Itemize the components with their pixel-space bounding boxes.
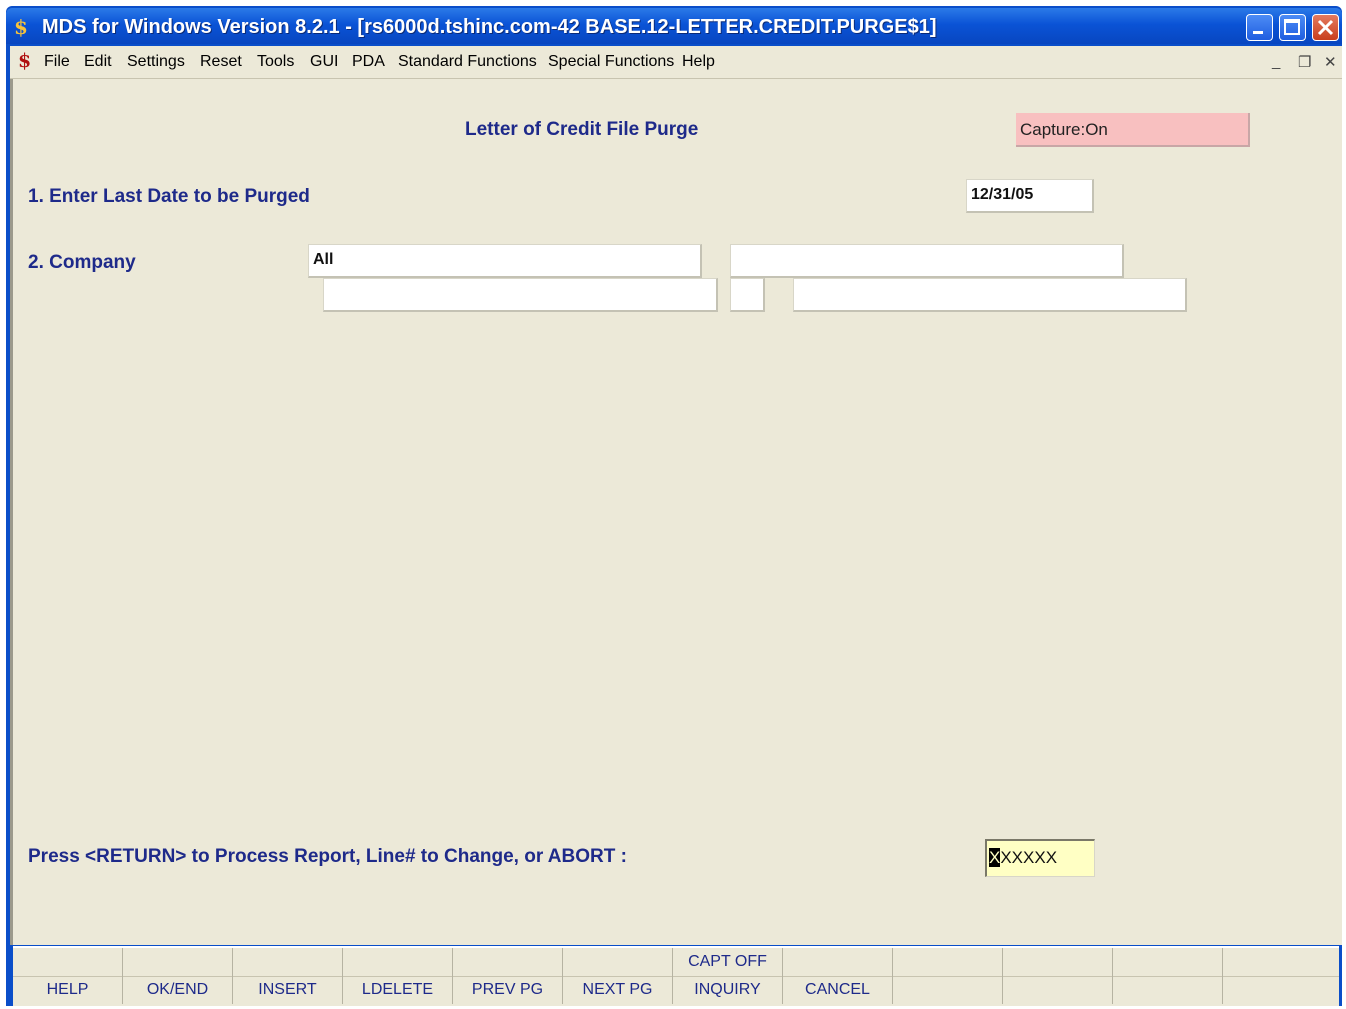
mds-dollar-icon[interactable]: $ bbox=[14, 15, 34, 39]
menu-settings[interactable]: Settings bbox=[127, 53, 185, 71]
fkey-label: PREV PG bbox=[471, 981, 544, 998]
fkey-label: OK/END bbox=[146, 981, 209, 998]
line2-label: 2. Company bbox=[28, 252, 136, 273]
menu-gui[interactable]: GUI bbox=[310, 53, 338, 71]
fkey-prev-pg[interactable]: PREV PG bbox=[453, 948, 563, 1004]
mdi-minimize-icon[interactable]: _ bbox=[1272, 53, 1280, 70]
text-cursor: X bbox=[989, 848, 1001, 867]
minimize-icon bbox=[1253, 31, 1263, 34]
fkey-blank-11[interactable] bbox=[1113, 948, 1223, 1004]
fkey-label: LDELETE bbox=[361, 981, 434, 998]
line1-label: 1. Enter Last Date to be Purged bbox=[28, 186, 310, 207]
form-area: Letter of Credit File Purge Capture:On 1… bbox=[10, 79, 1342, 945]
company-detail-field-1[interactable] bbox=[323, 278, 718, 312]
window-title: MDS for Windows Version 8.2.1 - [rs6000d… bbox=[42, 16, 937, 38]
fkey-next-pg[interactable]: NEXT PG bbox=[563, 948, 673, 1004]
menu-standard-functions[interactable]: Standard Functions bbox=[398, 53, 537, 71]
prompt-input-value: XXXXX bbox=[1000, 848, 1058, 867]
menu-tools[interactable]: Tools bbox=[257, 53, 294, 71]
function-key-bar: HELP OK/END INSERT LDELETE PREV PG NEXT … bbox=[13, 946, 1339, 1006]
screen-title: Letter of Credit File Purge bbox=[465, 119, 699, 140]
fkey-label: INQUIRY bbox=[694, 981, 761, 998]
fkey-insert[interactable]: INSERT bbox=[233, 948, 343, 1004]
fkey-label: INSERT bbox=[258, 981, 317, 998]
company-description-field[interactable] bbox=[730, 244, 1124, 278]
close-icon bbox=[1317, 19, 1334, 36]
fkey-capt-off-inquiry[interactable]: CAPT OFF INQUIRY bbox=[673, 948, 783, 1004]
menu-edit[interactable]: Edit bbox=[84, 53, 112, 71]
prompt-label: Press <RETURN> to Process Report, Line# … bbox=[28, 846, 627, 867]
menu-special-functions[interactable]: Special Functions bbox=[548, 53, 674, 71]
capture-status-badge: Capture:On bbox=[1016, 113, 1250, 147]
fkey-cancel[interactable]: CANCEL bbox=[783, 948, 893, 1004]
fkey-label: NEXT PG bbox=[582, 981, 653, 998]
company-detail-field-3[interactable] bbox=[793, 278, 1187, 312]
mdi-restore-icon[interactable]: ❐ bbox=[1298, 53, 1311, 71]
company-field[interactable]: All bbox=[308, 244, 702, 278]
minimize-button[interactable] bbox=[1246, 14, 1273, 41]
fkey-help[interactable]: HELP bbox=[13, 948, 123, 1004]
maximize-button[interactable] bbox=[1279, 14, 1306, 41]
fkey-blank-10[interactable] bbox=[1003, 948, 1113, 1004]
company-detail-field-2[interactable] bbox=[730, 278, 765, 312]
menu-help[interactable]: Help bbox=[682, 53, 715, 71]
menu-pda[interactable]: PDA bbox=[352, 53, 385, 71]
fkey-top-label: CAPT OFF bbox=[688, 953, 767, 970]
menu-file[interactable]: File bbox=[44, 53, 70, 71]
close-button[interactable] bbox=[1312, 14, 1339, 41]
mds-menu-icon[interactable]: $ bbox=[18, 50, 31, 72]
fkey-ok-end[interactable]: OK/END bbox=[123, 948, 233, 1004]
menu-bar: $ File Edit Settings Reset Tools GUI PDA… bbox=[10, 46, 1342, 79]
purge-date-field[interactable]: 12/31/05 bbox=[966, 179, 1094, 213]
fkey-label: HELP bbox=[46, 981, 89, 998]
fkey-ldelete[interactable]: LDELETE bbox=[343, 948, 453, 1004]
maximize-icon bbox=[1284, 19, 1300, 35]
fkey-blank-9[interactable] bbox=[893, 948, 1003, 1004]
menu-reset[interactable]: Reset bbox=[200, 53, 242, 71]
fkey-label: CANCEL bbox=[805, 981, 870, 998]
prompt-input[interactable]: XXXXXX bbox=[985, 839, 1095, 877]
mdi-close-icon[interactable]: ✕ bbox=[1324, 53, 1337, 71]
fkey-blank-12[interactable] bbox=[1223, 948, 1339, 1004]
